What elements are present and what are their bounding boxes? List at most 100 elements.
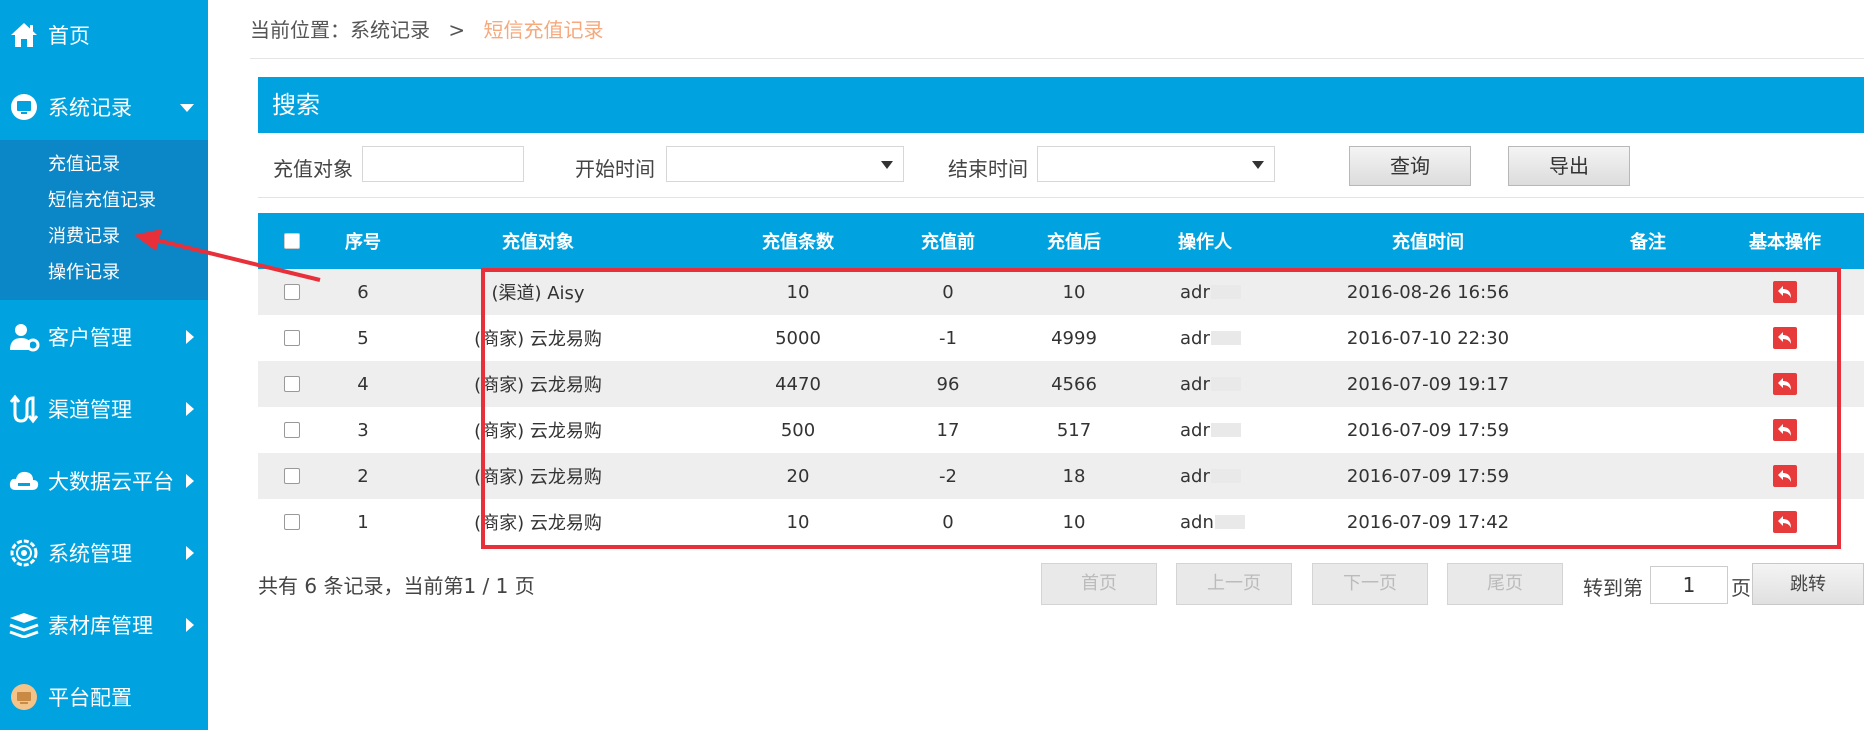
next-page-button[interactable]: 下一页 bbox=[1312, 563, 1428, 605]
export-button[interactable]: 导出 bbox=[1508, 146, 1630, 186]
nav-label-customer: 客户管理 bbox=[48, 326, 132, 350]
row-checkbox-cell bbox=[282, 453, 302, 499]
cell-seq: 2 bbox=[357, 465, 369, 487]
pager-summary: 共有 6 条记录，当前第1 / 1 页 bbox=[258, 574, 535, 598]
row-action-cell bbox=[1720, 269, 1850, 315]
nav-item-customer[interactable]: 客户管理 bbox=[0, 302, 208, 372]
cell-count: 10 bbox=[786, 281, 810, 303]
sidebar: 首页 系统记录 充值记录 短信充值记录 消费记录 操作记录 客户管理 渠道管理 … bbox=[0, 0, 208, 730]
nav-item-material[interactable]: 素材库管理 bbox=[0, 590, 208, 660]
table-row: 4 (商家) 云龙易购 4470 96 4566 adr 2016-07-09 19:17 bbox=[258, 361, 1864, 407]
cell-after: 4566 bbox=[1051, 373, 1097, 395]
nav-label-platform: 平台配置 bbox=[48, 686, 132, 710]
return-icon[interactable] bbox=[1773, 281, 1797, 303]
header-actions: 基本操作 bbox=[1749, 232, 1821, 253]
query-button[interactable]: 查询 bbox=[1349, 146, 1471, 186]
return-icon[interactable] bbox=[1773, 419, 1797, 441]
start-time-label: 开始时间 bbox=[575, 157, 655, 181]
redacted-mask bbox=[1210, 331, 1241, 345]
nav-item-bigdata[interactable]: 大数据云平台 bbox=[0, 446, 208, 516]
header-count: 充值条数 bbox=[762, 232, 834, 253]
row-checkbox-cell bbox=[282, 361, 302, 407]
row-checkbox[interactable] bbox=[284, 330, 300, 346]
row-action-cell bbox=[1720, 499, 1850, 545]
page-number-input[interactable]: 1 bbox=[1650, 566, 1728, 604]
first-page-button[interactable]: 首页 bbox=[1041, 563, 1157, 605]
cell-before: 0 bbox=[942, 281, 954, 303]
cell-remark bbox=[1608, 407, 1688, 453]
row-checkbox[interactable] bbox=[284, 514, 300, 530]
cell-before: 0 bbox=[942, 511, 954, 533]
stack-icon bbox=[0, 612, 48, 638]
cell-operator: adr bbox=[1150, 269, 1260, 315]
cell-seq: 1 bbox=[357, 511, 369, 533]
nav-item-platform[interactable]: 平台配置 bbox=[0, 662, 208, 732]
row-checkbox[interactable] bbox=[284, 422, 300, 438]
cell-seq: 4 bbox=[357, 373, 369, 395]
chevron-right-icon bbox=[186, 618, 194, 632]
jump-button[interactable]: 跳转 bbox=[1752, 563, 1864, 605]
breadcrumb: 当前位置：系统记录 > 短信充值记录 bbox=[250, 14, 603, 43]
nav-item-home[interactable]: 首页 bbox=[0, 0, 208, 70]
row-action-cell bbox=[1720, 453, 1850, 499]
target-label: 充值对象 bbox=[273, 157, 353, 181]
cell-target: (渠道) Aisy bbox=[491, 283, 585, 304]
row-action-cell bbox=[1720, 315, 1850, 361]
prev-page-button[interactable]: 上一页 bbox=[1176, 563, 1292, 605]
cell-remark bbox=[1608, 269, 1688, 315]
last-page-button[interactable]: 尾页 bbox=[1447, 563, 1563, 605]
return-icon[interactable] bbox=[1773, 511, 1797, 533]
redacted-mask bbox=[1214, 515, 1245, 529]
return-icon[interactable] bbox=[1773, 465, 1797, 487]
nav-label-material: 素材库管理 bbox=[48, 614, 153, 638]
start-time-select[interactable] bbox=[666, 146, 904, 182]
cell-before: -2 bbox=[939, 465, 957, 487]
cell-operator: adr bbox=[1150, 361, 1260, 407]
submenu-item-recharge[interactable]: 充值记录 bbox=[48, 150, 120, 176]
chevron-down-icon bbox=[180, 104, 194, 112]
return-icon[interactable] bbox=[1773, 373, 1797, 395]
cell-operator: adr bbox=[1150, 315, 1260, 361]
cell-after: 4999 bbox=[1051, 327, 1097, 349]
header-remark: 备注 bbox=[1630, 232, 1666, 253]
row-action-cell bbox=[1720, 407, 1850, 453]
cell-after: 517 bbox=[1056, 419, 1092, 441]
cell-time: 2016-07-09 17:59 bbox=[1346, 465, 1510, 487]
cell-seq: 5 bbox=[357, 327, 369, 349]
table-header: 序号 充值对象 充值条数 充值前 充值后 操作人 充值时间 备注 基本操作 bbox=[258, 213, 1864, 269]
nav-item-system-manage[interactable]: 系统管理 bbox=[0, 518, 208, 588]
submenu-item-sms-recharge[interactable]: 短信充值记录 bbox=[48, 186, 156, 212]
cell-before: -1 bbox=[939, 327, 957, 349]
goto-label: 转到第 bbox=[1583, 576, 1643, 600]
header-before: 充值前 bbox=[921, 232, 975, 253]
table-row: 3 (商家) 云龙易购 500 17 517 adr 2016-07-09 17:59 bbox=[258, 407, 1864, 453]
cell-remark bbox=[1608, 361, 1688, 407]
row-checkbox[interactable] bbox=[284, 468, 300, 484]
cell-count: 20 bbox=[786, 465, 810, 487]
table-row: 2 (商家) 云龙易购 20 -2 18 adr 2016-07-09 17:59 bbox=[258, 453, 1864, 499]
row-checkbox-cell bbox=[282, 407, 302, 453]
cell-operator: adr bbox=[1150, 453, 1260, 499]
search-panel-header: 搜索 bbox=[258, 77, 1864, 133]
search-panel-body: 充值对象 开始时间 结束时间 查询 导出 bbox=[258, 133, 1864, 198]
end-time-label: 结束时间 bbox=[948, 157, 1028, 181]
cell-before: 96 bbox=[936, 373, 960, 395]
nav-item-channel[interactable]: 渠道管理 bbox=[0, 374, 208, 444]
nav-label-bigdata: 大数据云平台 bbox=[48, 470, 174, 494]
chevron-right-icon bbox=[186, 402, 194, 416]
return-icon[interactable] bbox=[1773, 327, 1797, 349]
cell-target: (商家) 云龙易购 bbox=[474, 513, 602, 534]
chevron-right-icon bbox=[186, 330, 194, 344]
channel-icon bbox=[0, 394, 48, 424]
nav-item-system-records[interactable]: 系统记录 bbox=[0, 72, 208, 142]
cell-operator: adn bbox=[1150, 499, 1260, 545]
user-gear-icon bbox=[0, 322, 48, 352]
submenu-item-consumption[interactable]: 消费记录 bbox=[48, 222, 120, 248]
row-checkbox[interactable] bbox=[284, 376, 300, 392]
chevron-right-icon bbox=[186, 546, 194, 560]
header-seq: 序号 bbox=[345, 232, 381, 253]
breadcrumb-current: 短信充值记录 bbox=[483, 18, 604, 42]
submenu-item-operation[interactable]: 操作记录 bbox=[48, 258, 120, 284]
end-time-select[interactable] bbox=[1037, 146, 1275, 182]
target-input[interactable] bbox=[362, 146, 524, 182]
